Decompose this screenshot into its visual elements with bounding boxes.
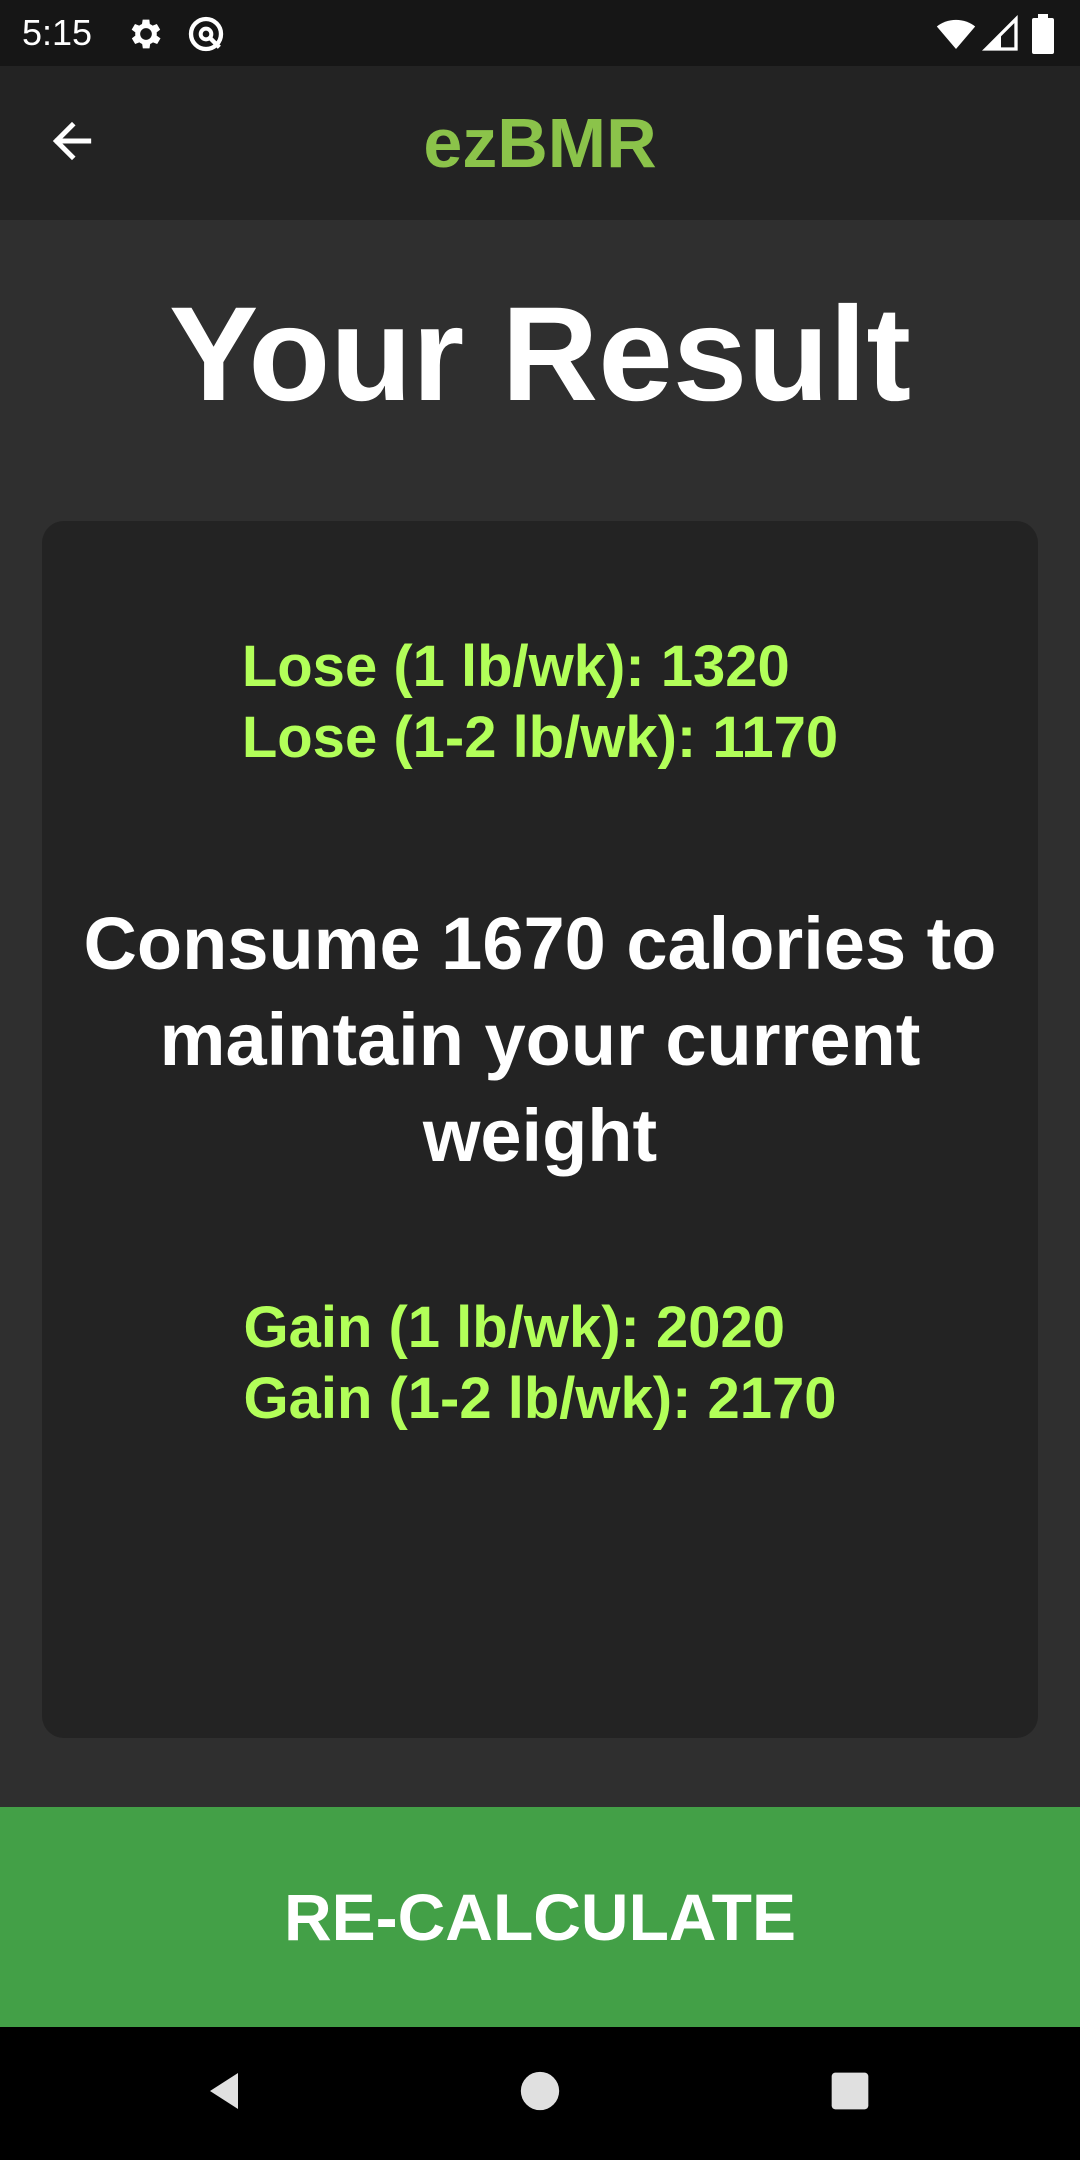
navigation-bar <box>0 2027 1080 2160</box>
battery-icon <box>1030 14 1056 54</box>
cell-signal-icon <box>981 14 1021 54</box>
lose-1-2-lb-line: Lose (1-2 lb/wk): 1170 <box>241 705 839 770</box>
recents-square-icon <box>828 2069 872 2118</box>
recalculate-button[interactable]: RE-CALCULATE <box>0 1807 1080 2027</box>
page-title: Your Result <box>168 280 912 429</box>
app-bar: ezBMR <box>0 66 1080 220</box>
back-button[interactable] <box>36 107 108 179</box>
gain-goals: Gain (1 lb/wk): 2020 Gain (1-2 lb/wk): 2… <box>42 1292 1038 1434</box>
no-signal-circle-icon <box>186 14 226 54</box>
maintain-calories-text: Consume 1670 calories to maintain your c… <box>83 902 997 1177</box>
gain-1-lb-line: Gain (1 lb/wk): 2020 <box>243 1295 785 1360</box>
app-title: ezBMR <box>423 104 657 182</box>
nav-recents-button[interactable] <box>810 2053 890 2133</box>
wifi-icon <box>936 14 976 54</box>
status-bar: 5:15 <box>0 0 1080 66</box>
gain-1-2-lb-line: Gain (1-2 lb/wk): 2170 <box>243 1366 837 1431</box>
result-card: Lose (1 lb/wk): 1320 Lose (1-2 lb/wk): 1… <box>42 521 1038 1738</box>
lose-1-lb-line: Lose (1 lb/wk): 1320 <box>241 634 790 699</box>
arrow-left-icon <box>47 116 97 171</box>
lose-goals: Lose (1 lb/wk): 1320 Lose (1-2 lb/wk): 1… <box>42 631 1038 773</box>
screen: 5:15 ezBMR Your Result Lose (1 lb/wk): 1… <box>0 0 1080 2160</box>
home-circle-icon <box>517 2068 563 2119</box>
back-triangle-icon <box>202 2067 250 2120</box>
gear-icon <box>126 14 166 54</box>
nav-back-button[interactable] <box>186 2053 266 2133</box>
status-time: 5:15 <box>22 12 93 53</box>
nav-home-button[interactable] <box>500 2053 580 2133</box>
